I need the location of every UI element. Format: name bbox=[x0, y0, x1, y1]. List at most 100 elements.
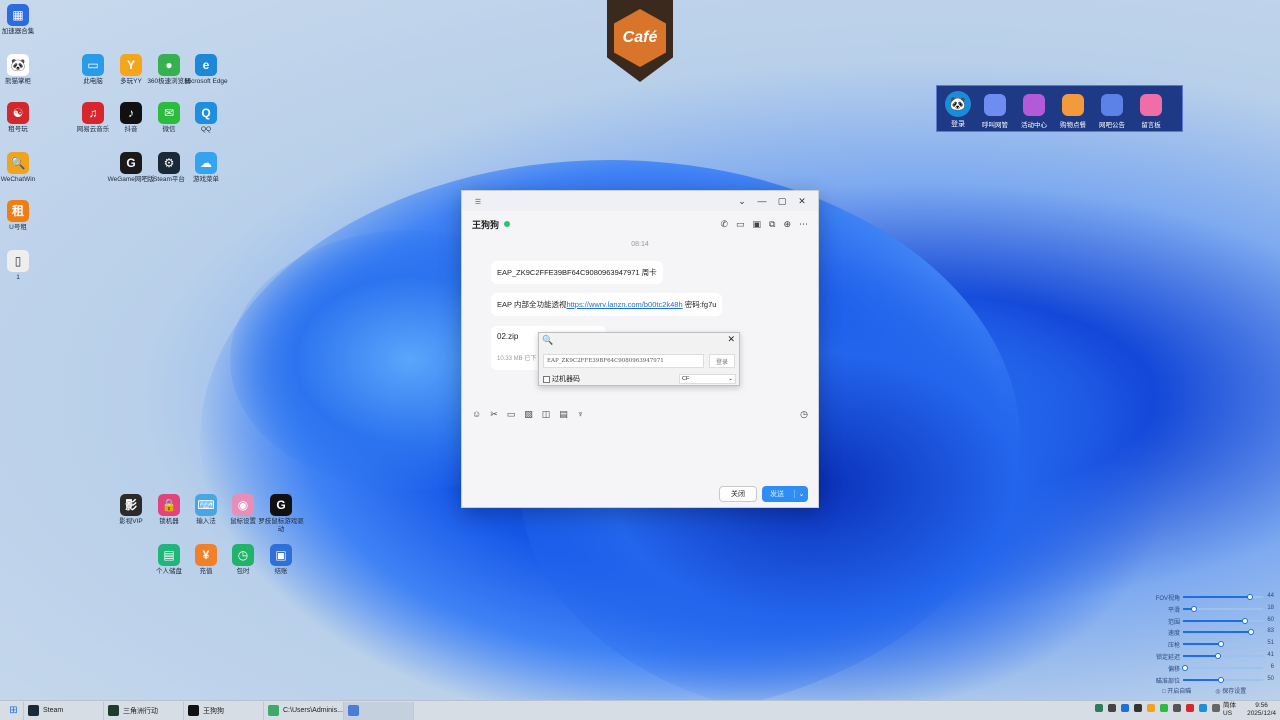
send-button[interactable]: 发送 ⌄ bbox=[762, 486, 808, 502]
start-button[interactable]: ⊞ bbox=[0, 701, 24, 720]
login-button[interactable]: 🐼 登录 bbox=[941, 89, 975, 129]
minimize-button[interactable]: — bbox=[752, 196, 772, 206]
tray-icon[interactable] bbox=[1212, 704, 1220, 712]
slider-track[interactable] bbox=[1183, 605, 1263, 612]
slider-thumb[interactable] bbox=[1182, 664, 1189, 671]
desktop-icon[interactable]: ▦ 加速器合集 bbox=[0, 4, 42, 36]
tray-icon[interactable] bbox=[1160, 704, 1168, 712]
taskbar-item[interactable]: Steam bbox=[24, 701, 104, 720]
image-icon[interactable]: ▨ bbox=[524, 409, 533, 420]
window-titlebar[interactable]: ☰ ⌄ — ▢ ✕ bbox=[462, 191, 818, 211]
slider-track[interactable] bbox=[1183, 676, 1263, 683]
screen-share-icon[interactable]: ▣ bbox=[753, 219, 762, 230]
emoji-icon[interactable]: ☺ bbox=[472, 409, 481, 420]
save-icon[interactable]: ▤ bbox=[559, 409, 568, 420]
toolbar-item[interactable]: 活动中心 bbox=[1015, 89, 1053, 129]
collapse-button[interactable]: ⌄ bbox=[732, 196, 752, 207]
save-settings[interactable]: ◎ 保存设置 bbox=[1215, 686, 1246, 695]
toolbar-item[interactable]: 购物点餐 bbox=[1054, 89, 1092, 129]
toolbar-item[interactable]: 留言板 bbox=[1132, 89, 1170, 129]
slider-row[interactable]: FOV视角 44 bbox=[1150, 592, 1274, 602]
taskbar-item-label: Steam bbox=[43, 707, 64, 714]
more-icon[interactable]: ⋯ bbox=[799, 219, 808, 230]
close-button[interactable]: 关闭 bbox=[719, 486, 757, 502]
chevron-down-icon[interactable]: ⌄ bbox=[794, 490, 808, 498]
clock-date: 2025/12/4 bbox=[1247, 710, 1276, 717]
close-icon[interactable]: ✕ bbox=[727, 334, 735, 345]
tray-icon[interactable] bbox=[1095, 704, 1103, 712]
maximize-button[interactable]: ▢ bbox=[772, 196, 792, 207]
slider-row[interactable]: 速度 83 bbox=[1150, 627, 1274, 637]
input-language[interactable]: 简体 US bbox=[1223, 702, 1236, 718]
add-member-icon[interactable]: ⊕ bbox=[783, 219, 791, 230]
slider-thumb[interactable] bbox=[1247, 594, 1254, 600]
app-icon: ☯ bbox=[7, 102, 29, 124]
slider-row[interactable]: 锁定延迟 41 bbox=[1150, 651, 1274, 661]
machine-code-checkbox[interactable]: 过机器码 bbox=[543, 374, 580, 384]
slider-thumb[interactable] bbox=[1217, 676, 1224, 683]
slider-fill bbox=[1183, 655, 1219, 657]
slider-thumb[interactable] bbox=[1242, 617, 1249, 624]
desktop-icon[interactable]: Q QQ bbox=[182, 102, 230, 134]
slider-thumb[interactable] bbox=[1191, 605, 1198, 612]
tray-icon[interactable] bbox=[1199, 704, 1207, 712]
slider-row[interactable]: 压枪 51 bbox=[1150, 639, 1274, 649]
slider-row[interactable]: 偏移 6 bbox=[1150, 663, 1274, 673]
close-window-button[interactable]: ✕ bbox=[792, 196, 812, 207]
history-clock-icon[interactable]: ◷ bbox=[800, 409, 808, 420]
toolbar-item[interactable]: 网吧公告 bbox=[1093, 89, 1131, 129]
slider-track[interactable] bbox=[1182, 664, 1263, 671]
slider-row[interactable]: 瞄准部位 50 bbox=[1150, 675, 1274, 685]
message-link[interactable]: https://wwrv.lanzn.com/b00tc2k48h bbox=[566, 300, 682, 309]
menu-grip-icon[interactable]: ☰ bbox=[468, 198, 488, 206]
desktop-icon[interactable]: 🐼 熊猫掌柜 bbox=[0, 54, 42, 86]
cafe-toolbar: 🐼 登录 呼叫网管 活动中心 购物点餐 网吧公告 留言板 bbox=[936, 85, 1183, 132]
slider-track[interactable] bbox=[1183, 641, 1263, 648]
desktop-icon[interactable]: ▯ 1 bbox=[0, 250, 42, 282]
remote-icon[interactable]: ⧉ bbox=[769, 219, 775, 230]
video-clip-icon[interactable]: ◫ bbox=[542, 409, 551, 420]
toolbar-item[interactable]: 呼叫网管 bbox=[976, 89, 1014, 129]
desktop-icon[interactable]: ☯ 租号玩 bbox=[0, 102, 42, 134]
video-icon[interactable]: ▭ bbox=[736, 219, 745, 230]
tray-icon[interactable] bbox=[1173, 704, 1181, 712]
tray-icon[interactable] bbox=[1147, 704, 1155, 712]
slider-row[interactable]: 平滑 18 bbox=[1150, 604, 1274, 614]
taskbar-item[interactable]: 王狗狗 bbox=[184, 701, 264, 720]
popup-login-button[interactable]: 登录 bbox=[709, 354, 735, 368]
slider-track[interactable] bbox=[1183, 653, 1263, 659]
tray-icon[interactable] bbox=[1121, 704, 1129, 712]
slider-track[interactable] bbox=[1183, 594, 1263, 600]
app-icon: ◷ bbox=[232, 544, 254, 566]
desktop-icon[interactable]: 🔍 WeChatWin bbox=[0, 152, 42, 184]
scissors-icon[interactable]: ✂ bbox=[490, 409, 498, 420]
desktop-icon-label: WeChatWin bbox=[0, 176, 36, 183]
tray-icon[interactable] bbox=[1108, 704, 1116, 712]
desktop-icon[interactable]: 租 U号租 bbox=[0, 200, 42, 232]
folder-icon[interactable]: ▭ bbox=[507, 409, 516, 420]
slider-row[interactable]: 范围 60 bbox=[1150, 616, 1274, 626]
phone-icon[interactable]: ✆ bbox=[720, 219, 728, 230]
tray-icon[interactable] bbox=[1186, 704, 1194, 712]
game-select[interactable]: CF ⌄ bbox=[679, 374, 736, 384]
slider-thumb[interactable] bbox=[1218, 641, 1225, 648]
desktop-icon[interactable]: G 罗技鼠标游戏驱动 bbox=[257, 494, 305, 534]
clock[interactable]: 9:56 2025/12/4 bbox=[1247, 702, 1276, 718]
tray-icon[interactable] bbox=[1134, 704, 1142, 712]
slider-thumb[interactable] bbox=[1215, 653, 1222, 659]
taskbar-item[interactable]: 三角洲行动 bbox=[104, 701, 184, 720]
slider-track[interactable] bbox=[1183, 629, 1263, 636]
desktop-icon[interactable]: ▣ 结账 bbox=[257, 544, 305, 576]
desktop-icon[interactable]: ☁ 游戏菜单 bbox=[182, 152, 230, 184]
desktop-icon[interactable]: e Microsoft Edge bbox=[182, 54, 230, 86]
taskbar-item[interactable]: C:\Users\Adminis... bbox=[264, 701, 344, 720]
slider-thumb[interactable] bbox=[1248, 629, 1254, 636]
app-icon: Y bbox=[120, 54, 142, 76]
taskbar-item[interactable] bbox=[344, 701, 414, 720]
slider-fill bbox=[1183, 643, 1222, 646]
microphone-icon[interactable]: ♆ bbox=[577, 409, 584, 420]
key-input[interactable]: EAP_ZK9C2FFE39BF64C9080963947971 bbox=[543, 354, 704, 368]
slider-track[interactable] bbox=[1183, 617, 1263, 624]
aim-toggle[interactable]: □ 开启自瞄 bbox=[1162, 686, 1191, 695]
send-label: 发送 bbox=[770, 491, 784, 498]
